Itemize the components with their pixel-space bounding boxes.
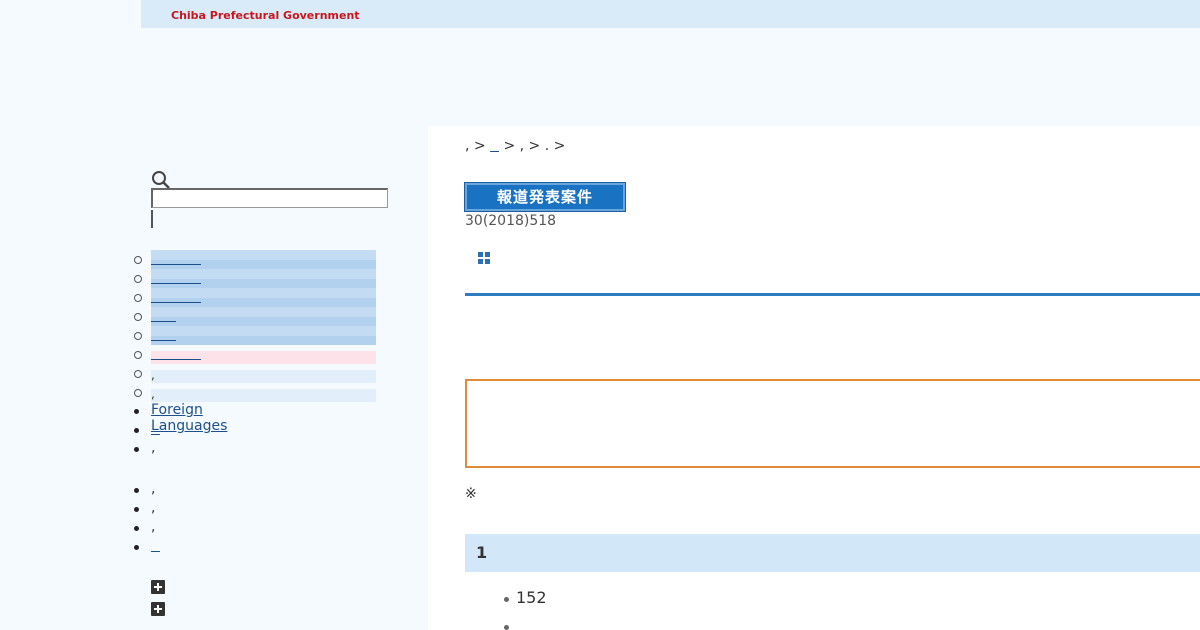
press-release-badge: 報道発表案件: [464, 182, 626, 212]
notice-box: [465, 379, 1200, 468]
link[interactable]: ,: [151, 519, 155, 535]
menu-item: [134, 269, 394, 288]
breadcrumb-separator: >: [549, 138, 570, 154]
section-number: 1: [476, 543, 488, 562]
foreign-languages-link[interactable]: Foreign Languages: [151, 402, 227, 434]
grid-icon[interactable]: [478, 252, 490, 266]
section-heading: 1: [465, 534, 1200, 572]
search-button[interactable]: [151, 210, 153, 228]
link[interactable]: ,: [151, 440, 155, 456]
publish-date: 30(2018)518: [465, 213, 557, 229]
menu-link[interactable]: [151, 307, 376, 326]
menu-link[interactable]: [151, 288, 376, 307]
site-title[interactable]: Chiba Prefectural Government: [171, 9, 360, 22]
expand-plus-icon[interactable]: [151, 602, 165, 616]
main-content: , > > , > . > 報道発表案件 30(2018)518 ※ 1 152: [428, 126, 1200, 630]
link[interactable]: [151, 538, 160, 554]
menu-link[interactable]: [151, 250, 376, 269]
menu-link[interactable]: [151, 345, 376, 364]
link[interactable]: ,: [151, 500, 155, 516]
menu-link[interactable]: ,: [151, 364, 376, 383]
menu-item: [134, 250, 394, 269]
breadcrumb-separator: >: [499, 138, 520, 154]
breadcrumb-item[interactable]: [490, 138, 499, 154]
top-header-bar: Chiba Prefectural Government: [141, 0, 1200, 28]
menu-item: [134, 288, 394, 307]
link[interactable]: [151, 421, 160, 437]
expand-plus-icon[interactable]: [151, 580, 165, 594]
title-divider: [465, 293, 1200, 296]
search-icon: [152, 171, 170, 189]
menu-link[interactable]: [151, 326, 376, 345]
menu-link[interactable]: [151, 269, 376, 288]
breadcrumb-separator: >: [524, 138, 545, 154]
menu-item: [134, 326, 394, 345]
menu-item: ,: [134, 383, 394, 402]
menu-item: ,: [134, 364, 394, 383]
search-input[interactable]: [151, 188, 388, 208]
menu-link[interactable]: ,: [151, 383, 376, 402]
note-mark: ※: [465, 486, 477, 502]
breadcrumb-separator: >: [469, 138, 491, 154]
link[interactable]: ,: [151, 481, 155, 497]
menu-item: [134, 307, 394, 326]
breadcrumb: , > > , > . >: [465, 138, 570, 154]
category-menu: , ,: [134, 250, 394, 402]
menu-item: [134, 345, 394, 364]
